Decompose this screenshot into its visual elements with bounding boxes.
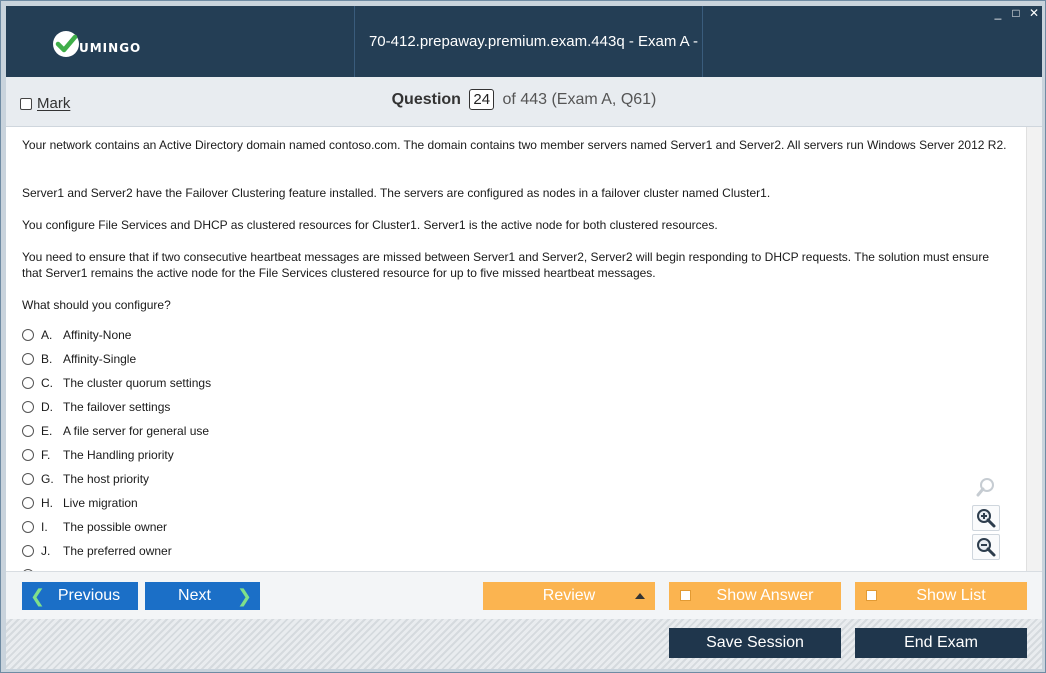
option-letter: J. xyxy=(41,544,51,558)
answer-option[interactable]: D. The failover settings xyxy=(22,398,170,416)
chevron-left-icon: ❮ xyxy=(30,586,46,606)
logo-check-icon xyxy=(51,29,81,59)
minimize-button[interactable]: _ xyxy=(992,7,1004,19)
show-answer-button[interactable]: Show Answer xyxy=(669,582,841,610)
previous-button[interactable]: ❮ Previous xyxy=(22,582,138,610)
maximize-button[interactable]: □ xyxy=(1010,7,1022,19)
caret-up-icon xyxy=(635,593,645,599)
show-list-button[interactable]: Show List xyxy=(855,582,1027,610)
radio-button[interactable] xyxy=(22,449,34,461)
show-answer-label: Show Answer xyxy=(716,587,814,604)
option-letter: H. xyxy=(41,496,53,510)
radio-button[interactable] xyxy=(22,329,34,341)
question-paragraph: You configure File Services and DHCP as … xyxy=(22,218,718,232)
option-letter: E. xyxy=(41,424,53,438)
answer-option[interactable]: I. The possible owner xyxy=(22,518,167,536)
question-prompt: What should you configure? xyxy=(22,298,171,312)
zoom-out-icon[interactable] xyxy=(972,534,1000,560)
zoom-reset-icon[interactable] xyxy=(972,474,1000,500)
title-divider xyxy=(354,6,355,77)
radio-button[interactable] xyxy=(22,377,34,389)
question-paragraph: You need to ensure that if two consecuti… xyxy=(22,250,989,280)
next-label: Next xyxy=(178,587,211,604)
option-letter: B. xyxy=(41,352,53,366)
option-text: The cluster quorum settings xyxy=(63,376,212,390)
question-total: of 443 (Exam A, Q61) xyxy=(502,91,657,108)
next-button[interactable]: Next ❯ xyxy=(145,582,260,610)
checkbox-icon[interactable] xyxy=(866,590,877,601)
option-letter: I. xyxy=(41,520,48,534)
previous-label: Previous xyxy=(57,587,121,604)
option-letter: F. xyxy=(41,448,51,462)
close-button[interactable]: ✕ xyxy=(1028,7,1040,19)
radio-button[interactable] xyxy=(22,401,34,413)
footer-bar: Save Session End Exam xyxy=(6,619,1042,669)
question-label: Question xyxy=(391,91,461,108)
radio-button[interactable] xyxy=(22,521,34,533)
window-title: 70-412.prepaway.premium.exam.443q - Exam… xyxy=(368,33,699,121)
answer-option[interactable]: E. A file server for general use xyxy=(22,422,209,440)
end-exam-button[interactable]: End Exam xyxy=(855,628,1027,658)
question-paragraph: Your network contains an Active Director… xyxy=(22,138,1007,152)
window-controls: _ □ ✕ xyxy=(992,7,1040,19)
option-letter: G. xyxy=(41,472,54,486)
option-text: A file server for general use xyxy=(63,424,210,438)
answer-option[interactable]: H. Live migration xyxy=(22,494,138,512)
save-session-button[interactable]: Save Session xyxy=(669,628,841,658)
title-divider xyxy=(702,6,703,77)
option-text: The possible owner xyxy=(63,520,168,534)
review-button[interactable]: Review xyxy=(483,582,655,610)
app-window: UMINGO 70-412.prepaway.premium.exam.443q… xyxy=(0,0,1046,673)
chevron-right-icon: ❯ xyxy=(236,586,252,606)
option-text: The host priority xyxy=(63,472,150,486)
option-text: Affinity-Single xyxy=(63,352,137,366)
answer-option[interactable]: J. The preferred owner xyxy=(22,542,172,560)
navigation-toolbar: ❮ Previous Next ❯ Review Show Answer Sho… xyxy=(6,571,1042,619)
option-text: Live migration xyxy=(63,496,138,510)
logo-text: UMINGO xyxy=(79,41,142,55)
review-label: Review xyxy=(542,587,596,604)
radio-button[interactable] xyxy=(22,353,34,365)
content-scrollbar[interactable] xyxy=(1026,127,1042,571)
question-number-input[interactable]: 24 xyxy=(469,89,495,110)
checkbox-icon[interactable] xyxy=(680,590,691,601)
answer-option[interactable]: B. Affinity-Single xyxy=(22,350,136,368)
question-header: Mark Question 24 of 443 (Exam A, Q61) xyxy=(6,77,1042,127)
question-content: Your network contains an Active Director… xyxy=(6,127,1026,571)
option-letter: C. xyxy=(41,376,53,390)
radio-button[interactable] xyxy=(22,497,34,509)
option-text: Affinity-None xyxy=(63,328,132,342)
answer-option[interactable]: G. The host priority xyxy=(22,470,149,488)
option-text: The Handling priority xyxy=(63,448,174,462)
radio-button[interactable] xyxy=(22,545,34,557)
title-bar: UMINGO 70-412.prepaway.premium.exam.443q… xyxy=(6,6,1042,121)
option-letter: D. xyxy=(41,400,53,414)
radio-button[interactable] xyxy=(22,425,34,437)
show-list-label: Show List xyxy=(916,587,986,604)
option-text: The failover settings xyxy=(63,400,171,414)
question-paragraph: Server1 and Server2 have the Failover Cl… xyxy=(22,186,771,200)
radio-button[interactable] xyxy=(22,473,34,485)
option-letter: A. xyxy=(41,328,53,342)
question-indicator: Question 24 of 443 (Exam A, Q61) xyxy=(6,89,1042,110)
vumingo-logo: UMINGO xyxy=(51,28,141,60)
answer-option[interactable]: F. The Handling priority xyxy=(22,446,174,464)
option-text: The preferred owner xyxy=(63,544,172,558)
answer-option[interactable]: C. The cluster quorum settings xyxy=(22,374,211,392)
zoom-in-icon[interactable] xyxy=(972,505,1000,531)
answer-option[interactable]: A. Affinity-None xyxy=(22,326,131,344)
